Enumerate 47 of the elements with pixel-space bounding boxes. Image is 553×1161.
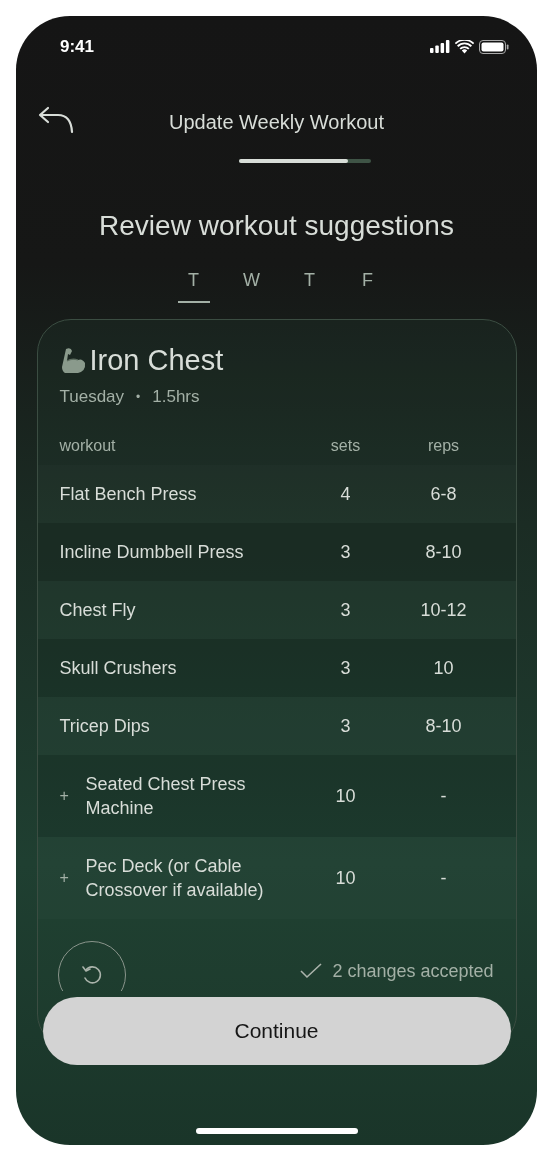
reps-value: 8-10 — [424, 715, 463, 737]
back-button[interactable] — [38, 106, 74, 134]
reps-value: 10 — [432, 657, 455, 679]
exercise-name: Incline Dumbbell Press — [59, 541, 244, 564]
sets-value: 3 — [339, 541, 352, 563]
exercise-name: Seated Chest Press Machine — [85, 773, 247, 820]
back-arrow-icon — [38, 106, 74, 134]
exercise-name: Skull Crushers — [59, 657, 177, 680]
exercise-name: Flat Bench Press — [59, 483, 197, 506]
check-icon — [300, 963, 323, 979]
workout-title: Iron Chest — [89, 344, 224, 377]
continue-button[interactable]: Continue — [42, 997, 511, 1065]
reps-value: - — [439, 785, 448, 807]
wifi-icon — [455, 39, 474, 54]
column-header: reps — [426, 437, 461, 455]
reps-value: 6-8 — [429, 483, 458, 505]
reps-value: 10-12 — [419, 599, 468, 621]
sets-value: 3 — [339, 715, 352, 737]
reps-value: 8-10 — [424, 541, 463, 563]
workout-day: Tuesday — [59, 387, 125, 407]
separator-dot: • — [136, 389, 141, 406]
added-marker: + — [59, 869, 70, 887]
day-tab[interactable]: F — [346, 264, 389, 303]
status-time: 9:41 — [60, 36, 95, 57]
sets-value: 3 — [339, 599, 352, 621]
sets-value: 4 — [339, 483, 352, 505]
sets-value: 10 — [334, 785, 357, 807]
exercise-name: Tricep Dips — [59, 715, 150, 738]
heading: Review workout suggestions — [99, 210, 454, 242]
day-tab[interactable]: T — [288, 264, 331, 303]
battery-icon — [479, 39, 509, 54]
screen-title: Update Weekly Workout — [169, 110, 384, 134]
exercise-name: Pec Deck (or Cable Crossover if available) — [85, 855, 265, 902]
day-tab[interactable]: W — [230, 264, 273, 303]
undo-icon — [80, 964, 103, 986]
changes-status: 2 changes accepted — [332, 960, 494, 982]
added-marker: + — [59, 787, 70, 805]
sets-value: 3 — [339, 657, 352, 679]
reps-value: - — [439, 867, 448, 889]
column-header: workout — [59, 437, 117, 455]
workout-duration: 1.5hrs — [152, 387, 200, 407]
sets-value: 10 — [334, 867, 357, 889]
exercise-name: Chest Fly — [59, 599, 136, 622]
day-tab[interactable]: T — [177, 264, 210, 303]
column-header: sets — [329, 437, 362, 455]
flexed-arm-icon — [59, 346, 86, 375]
signal-icon — [430, 40, 450, 53]
